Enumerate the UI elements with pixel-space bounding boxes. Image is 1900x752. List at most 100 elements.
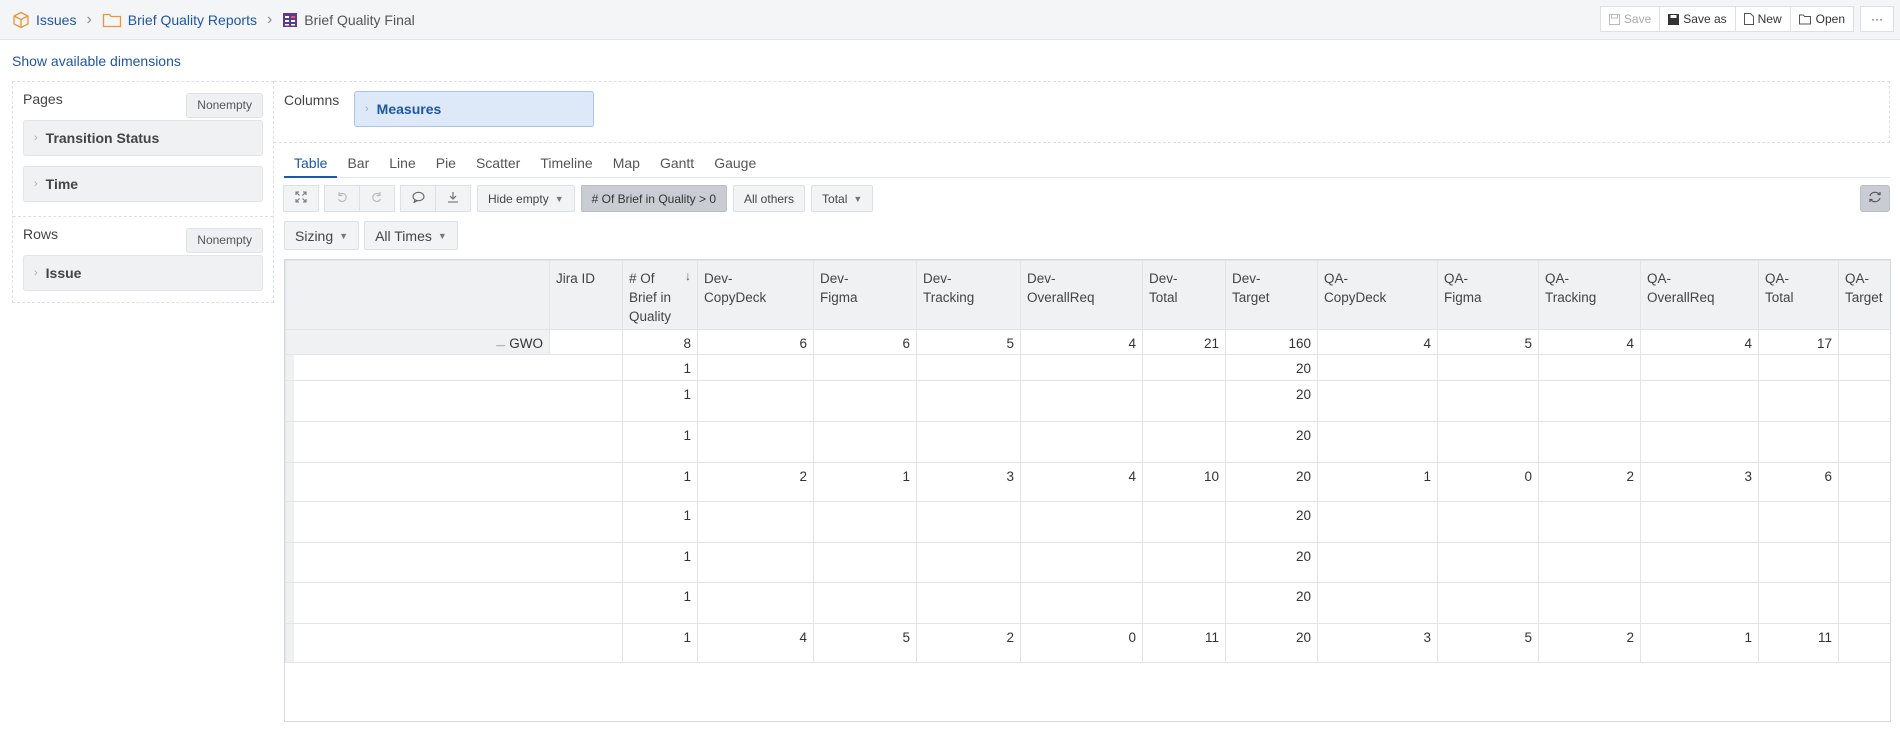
row-header-cell[interactable] [285,354,550,381]
tab-scatter[interactable]: Scatter [466,151,530,178]
dimension-label: Time [45,176,79,192]
dimension-issue[interactable]: › Issue [23,255,263,291]
column-header-line: OverallReq [1647,290,1715,305]
corner-cell [285,260,550,330]
dimension-time[interactable]: › Time [23,166,263,202]
table-cell [1437,542,1539,583]
table-cell [1437,501,1539,543]
table-cell [1640,380,1759,422]
column-header[interactable]: QA- Tracking [1538,260,1641,330]
save-as-button[interactable]: Save as [1659,6,1736,32]
show-available-dimensions-link[interactable]: Show available dimensions [12,53,181,69]
column-header-line: Figma [820,290,858,305]
redo-icon [371,191,383,206]
column-header-line: QA- [1647,271,1672,286]
tab-timeline[interactable]: Timeline [530,151,602,178]
dimension-measures[interactable]: › Measures [354,91,594,127]
table-cell: 21 [1142,329,1226,355]
row-header-cell[interactable] [285,462,550,502]
tab-bar[interactable]: Bar [337,151,379,178]
table-cell [1640,582,1759,624]
column-header[interactable]: Dev- Total [1142,260,1226,330]
column-header-line: Total [1765,290,1794,305]
column-header[interactable]: QA- CopyDeck [1317,260,1438,330]
tab-map[interactable]: Map [603,151,650,178]
table-cell [697,421,814,463]
redo-button[interactable] [359,185,395,212]
table-cell [1020,542,1143,583]
filter-button[interactable]: # Of Brief in Quality > 0 [580,185,728,212]
table-cell: 20 [1225,542,1318,583]
collapse-icon[interactable]: — [496,340,505,350]
dimension-transition-status[interactable]: › Transition Status [23,120,263,156]
all-times-dropdown[interactable]: All Times ▼ [364,221,458,250]
save-as-label: Save as [1683,12,1727,26]
pages-nonempty-button[interactable]: Nonempty [186,93,263,118]
column-header[interactable]: QA- Target [1838,260,1890,330]
hide-empty-dropdown[interactable]: Hide empty ▼ [477,185,575,212]
table-cell [1758,582,1839,624]
table-cell: 1 [622,501,698,543]
row-header-cell[interactable] [285,421,550,463]
folder-icon [102,12,122,28]
table-cell: 6 [813,329,917,355]
comment-button[interactable] [400,185,436,212]
column-header[interactable]: Dev- Figma [813,260,917,330]
row-header-cell[interactable] [285,501,550,543]
row-header-cell[interactable] [285,542,550,583]
jira-id-cell [549,542,623,583]
table-cell [1142,582,1226,624]
table-cell [1758,380,1839,422]
column-header[interactable]: QA- Total [1758,260,1839,330]
document-icon [1743,13,1754,25]
column-header[interactable]: Dev- Target [1225,260,1318,330]
export-button[interactable] [435,185,471,212]
columns-section: Columns › Measures [274,81,1890,143]
sizing-dropdown[interactable]: Sizing ▼ [284,221,360,250]
all-others-button[interactable]: All others [733,185,806,212]
table-cell [916,380,1021,422]
undo-button[interactable] [324,185,360,212]
row-header-cell[interactable] [285,582,550,624]
table-cell: 1 [622,462,698,502]
column-header-line: Jira ID [556,271,596,286]
save-button[interactable]: Save [1599,6,1661,32]
column-header[interactable]: QA- Figma [1437,260,1539,330]
rows-nonempty-button[interactable]: Nonempty [186,228,263,253]
tab-line[interactable]: Line [379,151,425,178]
breadcrumb-brief-quality-reports[interactable]: Brief Quality Reports [128,12,257,28]
row-header-cell[interactable] [285,380,550,422]
table-cell: 6 [697,329,814,355]
table-cell [916,354,1021,381]
table-cell: 4 [1020,462,1143,502]
column-header-line: Tracking [1545,290,1597,305]
column-header[interactable]: QA- OverallReq [1640,260,1759,330]
table-cell: 2 [1538,623,1641,663]
tab-gantt[interactable]: Gantt [650,151,704,178]
fullscreen-button[interactable] [283,185,319,212]
total-label: Total [822,191,848,206]
table-row: 1 20 20 [285,354,1890,381]
open-button[interactable]: Open [1789,6,1854,32]
row-header-cell[interactable] [285,623,550,663]
refresh-icon [1868,191,1882,206]
more-options-button[interactable]: ··· [1860,6,1894,32]
new-button[interactable]: New [1734,6,1791,32]
tab-table[interactable]: Table [284,151,338,178]
jira-id-cell [549,329,623,355]
breadcrumb-issues[interactable]: Issues [36,12,76,28]
refresh-button[interactable] [1860,185,1890,212]
column-header[interactable]: Dev- CopyDeck [697,260,814,330]
tab-pie[interactable]: Pie [426,151,466,178]
column-header-line: Target [1845,290,1883,305]
column-header[interactable]: Dev- OverallReq [1020,260,1143,330]
column-header[interactable]: Dev- Tracking [916,260,1021,330]
column-header[interactable]: Jira ID [549,260,623,330]
total-dropdown[interactable]: Total ▼ [811,185,874,212]
tab-gauge[interactable]: Gauge [704,151,766,178]
table-cell: 5 [813,623,917,663]
column-header-line: OverallReq [1027,290,1095,305]
column-header[interactable]: ↓ # Of Brief in Quality [622,260,698,330]
row-header-gwo[interactable]: — GWO [285,329,550,355]
table-cell: 20 [1225,421,1318,463]
